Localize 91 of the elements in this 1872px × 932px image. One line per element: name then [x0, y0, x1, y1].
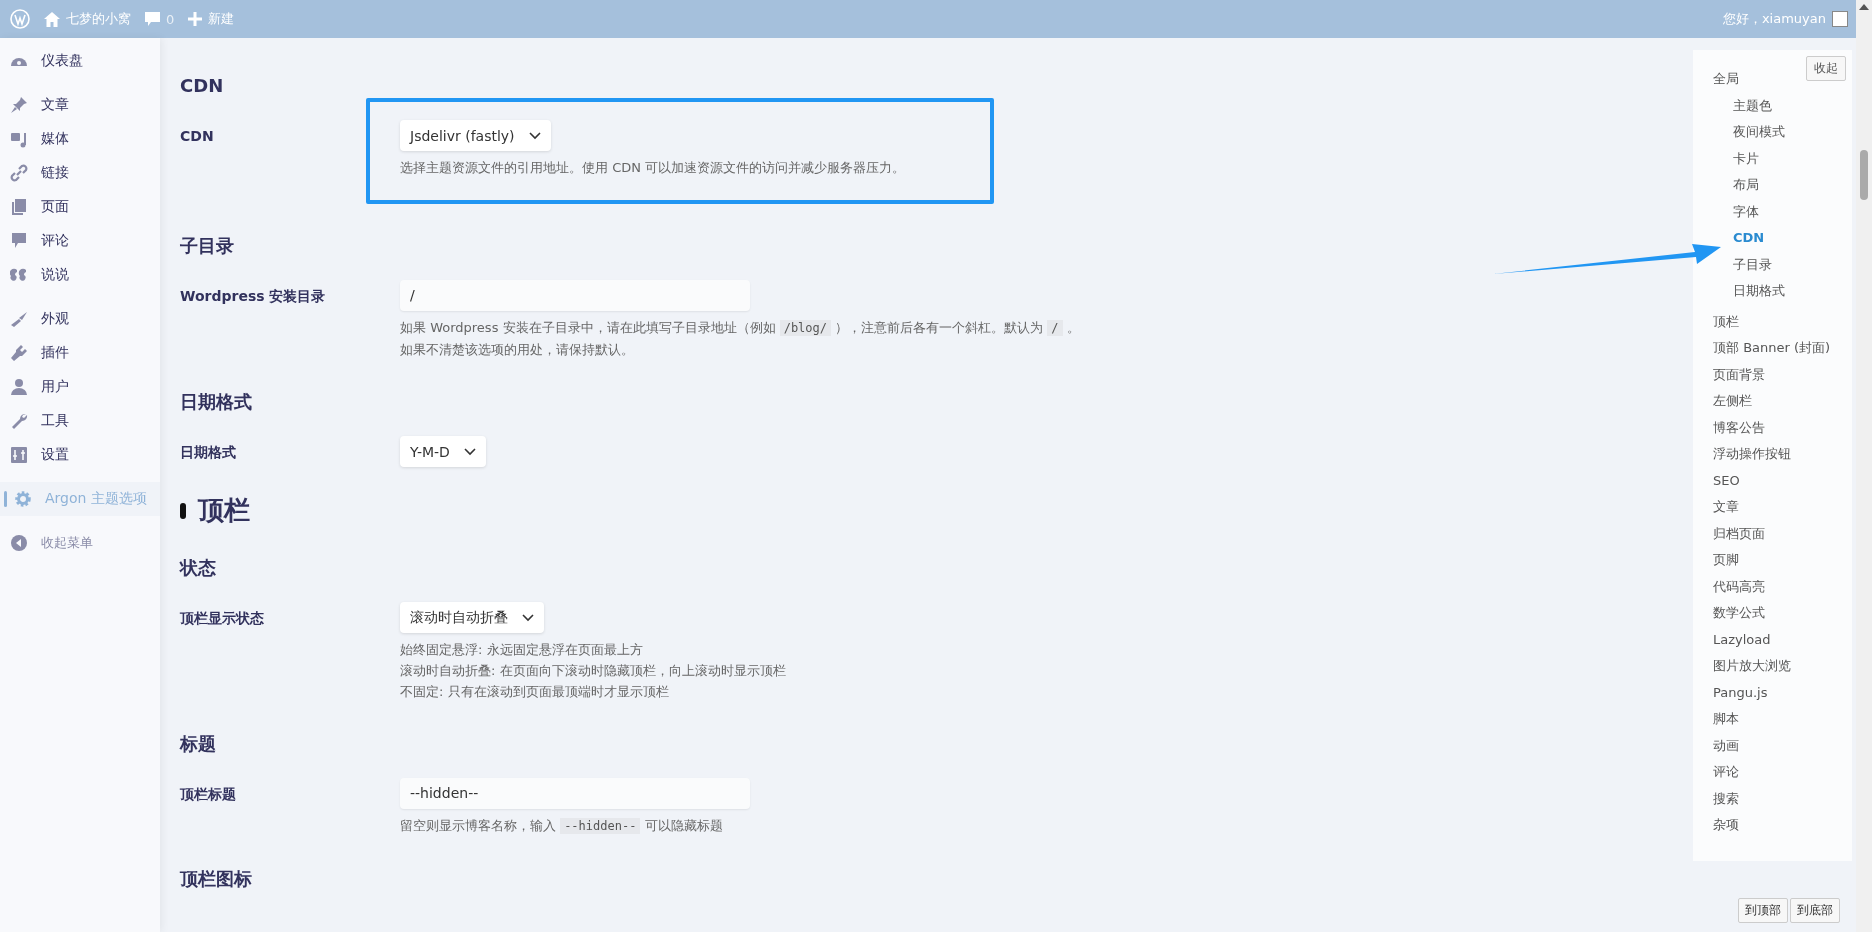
- toc-item[interactable]: 评论: [1713, 759, 1739, 786]
- scroll-button[interactable]: 到底部: [1790, 898, 1840, 923]
- toc-item[interactable]: Pangu.js: [1713, 679, 1768, 706]
- sidebar-item[interactable]: 设置: [0, 438, 160, 472]
- home-icon: [44, 11, 60, 27]
- pages-icon: [10, 198, 28, 216]
- sidebar-item[interactable]: 用户: [0, 370, 160, 404]
- text-field[interactable]: /: [400, 280, 750, 311]
- sidebar-item[interactable]: 说说: [0, 258, 160, 292]
- description-text: 不固定: 只有在滚动到页面最顶端时才显示顶栏: [400, 683, 670, 701]
- toc-item[interactable]: 图片放大浏览: [1713, 653, 1791, 680]
- group-heading: 顶栏: [198, 494, 250, 527]
- toc-item[interactable]: 字体: [1713, 198, 1759, 225]
- heading-marker: [180, 502, 186, 519]
- text-field[interactable]: --hidden--: [400, 778, 750, 809]
- plus-icon: [188, 12, 203, 26]
- toc-item[interactable]: 页面背景: [1713, 361, 1765, 388]
- quote-icon: [10, 266, 28, 284]
- toc-item[interactable]: 布局: [1713, 172, 1759, 199]
- dropdown[interactable]: 滚动时自动折叠: [400, 602, 544, 633]
- sidebar-item[interactable]: 工具: [0, 404, 160, 438]
- description-text: 选择主题资源文件的引用地址。使用 CDN 可以加速资源文件的访问并减少服务器压力。: [400, 159, 906, 177]
- person-icon: [10, 378, 28, 396]
- chevron-down-icon: [463, 447, 476, 456]
- sidebar-item[interactable]: 页面: [0, 190, 160, 224]
- brush-icon: [10, 310, 28, 328]
- link-icon: [10, 164, 28, 182]
- description-text: 留空则显示博客名称，输入 --hidden-- 可以隐藏标题: [400, 817, 723, 836]
- pin-icon: [10, 96, 28, 114]
- dropdown[interactable]: Y-M-D: [400, 436, 486, 467]
- wrench-icon: [10, 412, 28, 430]
- avatar[interactable]: [1832, 11, 1848, 27]
- toc-item[interactable]: 主题色: [1713, 92, 1772, 119]
- sidebar-item[interactable]: 仪表盘: [0, 44, 160, 78]
- sidebar-item[interactable]: 文章: [0, 88, 160, 122]
- section-heading: 状态: [180, 556, 216, 580]
- toc-item[interactable]: 日期格式: [1713, 278, 1785, 305]
- toc-item[interactable]: 数学公式: [1713, 600, 1765, 627]
- toc-item[interactable]: 全局: [1713, 66, 1739, 93]
- sidebar-item[interactable]: 插件: [0, 336, 160, 370]
- section-heading: 日期格式: [180, 390, 252, 414]
- toc-item[interactable]: 归档页面: [1713, 520, 1765, 547]
- toc-item[interactable]: Lazyload: [1713, 626, 1771, 653]
- toc-item[interactable]: 文章: [1713, 494, 1739, 521]
- chevron-down-icon: [528, 131, 541, 140]
- description-text: 始终固定悬浮: 永远固定悬浮在页面最上方: [400, 641, 644, 659]
- scroll-up-icon[interactable]: [1859, 4, 1869, 10]
- scroll-button[interactable]: 到顶部: [1738, 898, 1788, 923]
- gear-icon: [14, 490, 32, 508]
- media-icon: [10, 130, 28, 148]
- toc-item[interactable]: 杂项: [1713, 812, 1739, 839]
- scrollbar[interactable]: [1856, 0, 1872, 932]
- sidebar-item[interactable]: 链接: [0, 156, 160, 190]
- option-label: 顶栏显示状态: [180, 609, 265, 628]
- description-text: 如果不清楚该选项的用处，请保持默认。: [400, 341, 635, 359]
- toc-item[interactable]: CDN: [1713, 225, 1765, 252]
- toc-item[interactable]: 子目录: [1713, 251, 1772, 278]
- section-heading: 顶栏图标: [180, 867, 252, 891]
- bubble-icon: [10, 232, 28, 250]
- section-heading: 子目录: [180, 234, 234, 258]
- comment-icon: [145, 11, 160, 27]
- toc-item[interactable]: 顶栏: [1713, 308, 1739, 335]
- toc-item[interactable]: 顶部 Banner (封面): [1713, 335, 1831, 362]
- option-label: CDN: [180, 127, 215, 146]
- sliders-icon: [10, 446, 28, 464]
- option-label: 日期格式: [180, 443, 237, 462]
- option-label: Wordpress 安装目录: [180, 287, 327, 306]
- scroll-thumb[interactable]: [1860, 150, 1868, 200]
- toc-item[interactable]: 搜索: [1713, 785, 1739, 812]
- sidebar-item[interactable]: 媒体: [0, 122, 160, 156]
- wordpress-logo-icon[interactable]: [10, 9, 30, 29]
- section-heading: CDN: [180, 74, 224, 98]
- toc-item[interactable]: 代码高亮: [1713, 573, 1765, 600]
- toc-item[interactable]: 博客公告: [1713, 414, 1765, 441]
- toc-item[interactable]: SEO: [1713, 467, 1740, 494]
- description-text: 滚动时自动折叠: 在页面向下滚动时隐藏顶栏，向上滚动时显示顶栏: [400, 662, 786, 680]
- toc-item[interactable]: 页脚: [1713, 547, 1739, 574]
- toc-item[interactable]: 脚本: [1713, 706, 1739, 733]
- toc-item[interactable]: 左侧栏: [1713, 388, 1752, 415]
- chevron-down-icon: [522, 613, 534, 622]
- section-heading: 标题: [180, 732, 216, 756]
- toc-item[interactable]: 夜间模式: [1713, 119, 1785, 146]
- toc-item[interactable]: 卡片: [1713, 145, 1759, 172]
- option-label: 顶栏标题: [180, 785, 237, 804]
- sidebar-item[interactable]: 外观: [0, 302, 160, 336]
- dropdown[interactable]: Jsdelivr (fastly): [400, 120, 551, 151]
- collapse-button[interactable]: 收起: [1806, 56, 1846, 81]
- description-text: 如果 Wordpress 安装在子目录中，请在此填写子目录地址（例如 /blog/ ），注意前后各有一个斜杠。默认为 / 。: [400, 319, 1080, 338]
- toc-item[interactable]: 动画: [1713, 732, 1739, 759]
- sidebar-item[interactable]: 评论: [0, 224, 160, 258]
- toc-item[interactable]: 浮动操作按钮: [1713, 441, 1791, 468]
